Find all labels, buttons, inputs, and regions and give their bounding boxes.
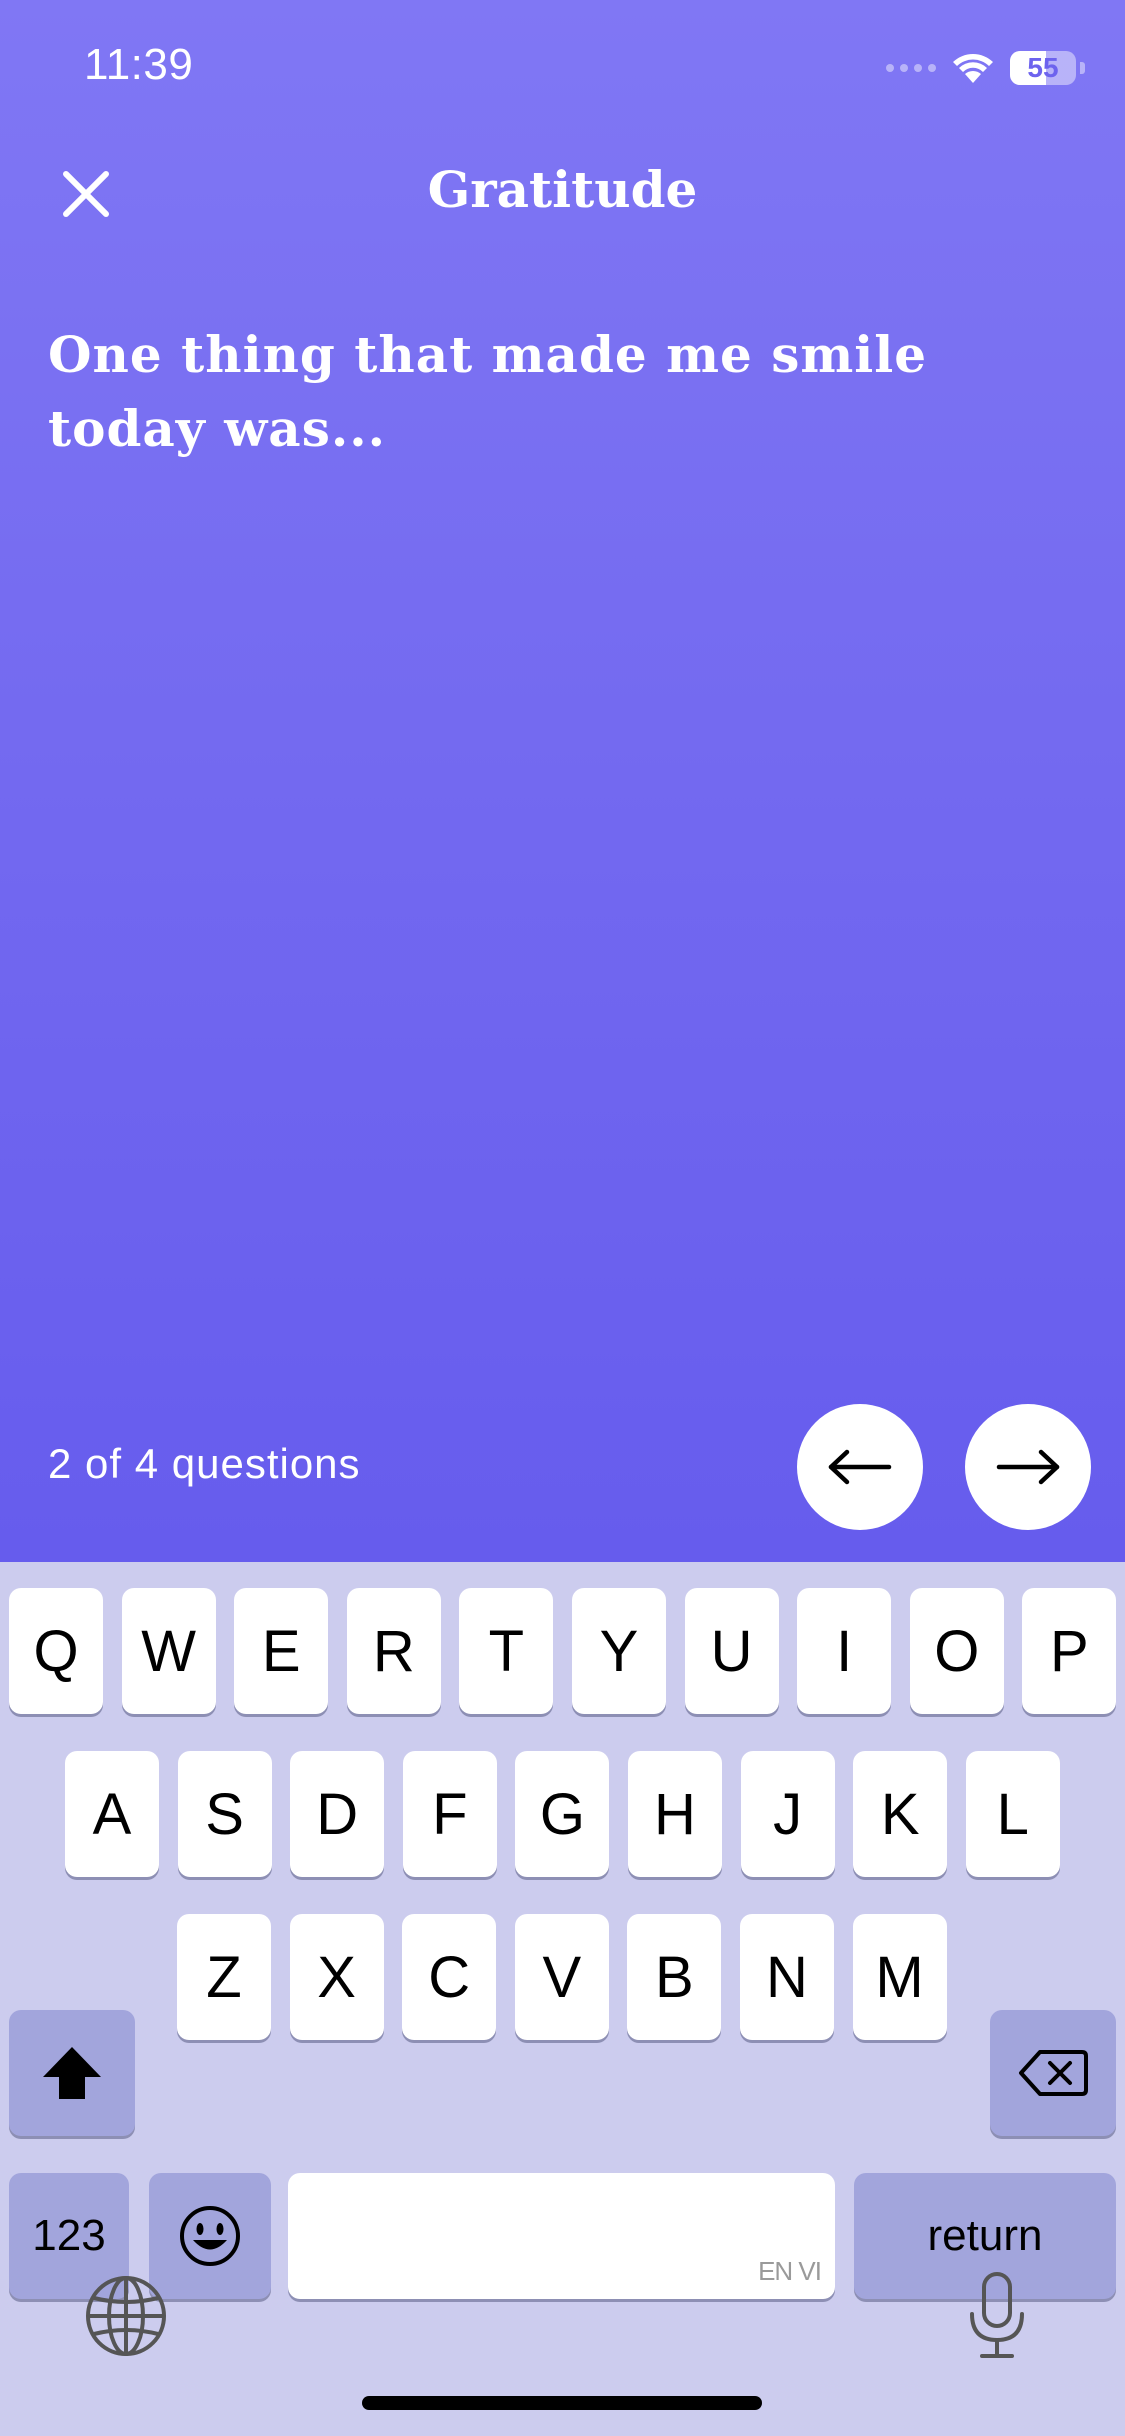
key-i[interactable]: I [797, 1588, 892, 1714]
wifi-icon [953, 54, 993, 83]
key-p[interactable]: P [1022, 1588, 1117, 1714]
status-indicators: 55 [886, 48, 1085, 88]
journal-screen: 11:39 55 Gratitude One thing that made m… [0, 0, 1125, 1562]
key-l[interactable]: L [965, 1751, 1060, 1877]
previous-question-button[interactable] [797, 1404, 923, 1530]
key-h[interactable]: H [628, 1751, 722, 1877]
space-bar[interactable]: EN VI [288, 2173, 835, 2299]
microphone-icon[interactable] [964, 2270, 1030, 2362]
return-key-label: return [927, 2211, 1043, 2260]
shift-icon [43, 2047, 101, 2099]
emoji-icon [180, 2206, 240, 2266]
globe-icon[interactable] [84, 2274, 168, 2358]
key-a[interactable]: A [65, 1751, 159, 1877]
page-title: Gratitude [427, 160, 698, 219]
key-n[interactable]: N [740, 1914, 834, 2040]
key-o[interactable]: O [909, 1588, 1004, 1714]
key-z[interactable]: Z [177, 1914, 271, 2040]
key-d[interactable]: D [290, 1751, 385, 1877]
key-e[interactable]: E [234, 1588, 329, 1714]
key-x[interactable]: X [289, 1914, 384, 2040]
key-t[interactable]: T [459, 1588, 554, 1714]
key-y[interactable]: Y [572, 1588, 666, 1714]
key-v[interactable]: V [514, 1914, 609, 2040]
key-f[interactable]: F [402, 1751, 497, 1877]
key-s[interactable]: S [177, 1751, 272, 1877]
question-prompt[interactable]: One thing that made me smile today was..… [48, 318, 1078, 466]
question-progress: 2 of 4 questions [48, 1440, 361, 1487]
home-indicator [362, 2396, 762, 2410]
language-hint: EN VI [758, 2256, 822, 2286]
key-k[interactable]: K [853, 1751, 948, 1877]
key-m[interactable]: M [852, 1914, 947, 2040]
key-g[interactable]: G [515, 1751, 610, 1877]
cellular-signal-icon [886, 64, 936, 72]
key-r[interactable]: R [346, 1588, 441, 1714]
key-q[interactable]: Q [9, 1588, 103, 1714]
shift-key[interactable] [9, 2010, 135, 2136]
arrow-right-icon [996, 1449, 1060, 1485]
key-w[interactable]: W [121, 1588, 216, 1714]
battery-icon: 55 [1010, 51, 1076, 85]
battery-level: 55 [1027, 52, 1059, 83]
key-c[interactable]: C [402, 1914, 497, 2040]
on-screen-keyboard: QWERTYUIOP ASDFGHJKL ZXCVBNM 123 EN VI r… [0, 1562, 1125, 2436]
backspace-key[interactable] [990, 2010, 1116, 2136]
close-icon [63, 171, 109, 217]
delete-icon [1019, 2050, 1088, 2096]
status-time: 11:39 [84, 40, 194, 89]
arrow-left-icon [828, 1449, 892, 1485]
close-button[interactable] [52, 160, 120, 228]
numbers-key-label: 123 [32, 2211, 106, 2260]
next-question-button[interactable] [965, 1404, 1091, 1530]
key-j[interactable]: J [740, 1751, 835, 1877]
key-b[interactable]: B [627, 1914, 722, 2040]
key-u[interactable]: U [684, 1588, 779, 1714]
